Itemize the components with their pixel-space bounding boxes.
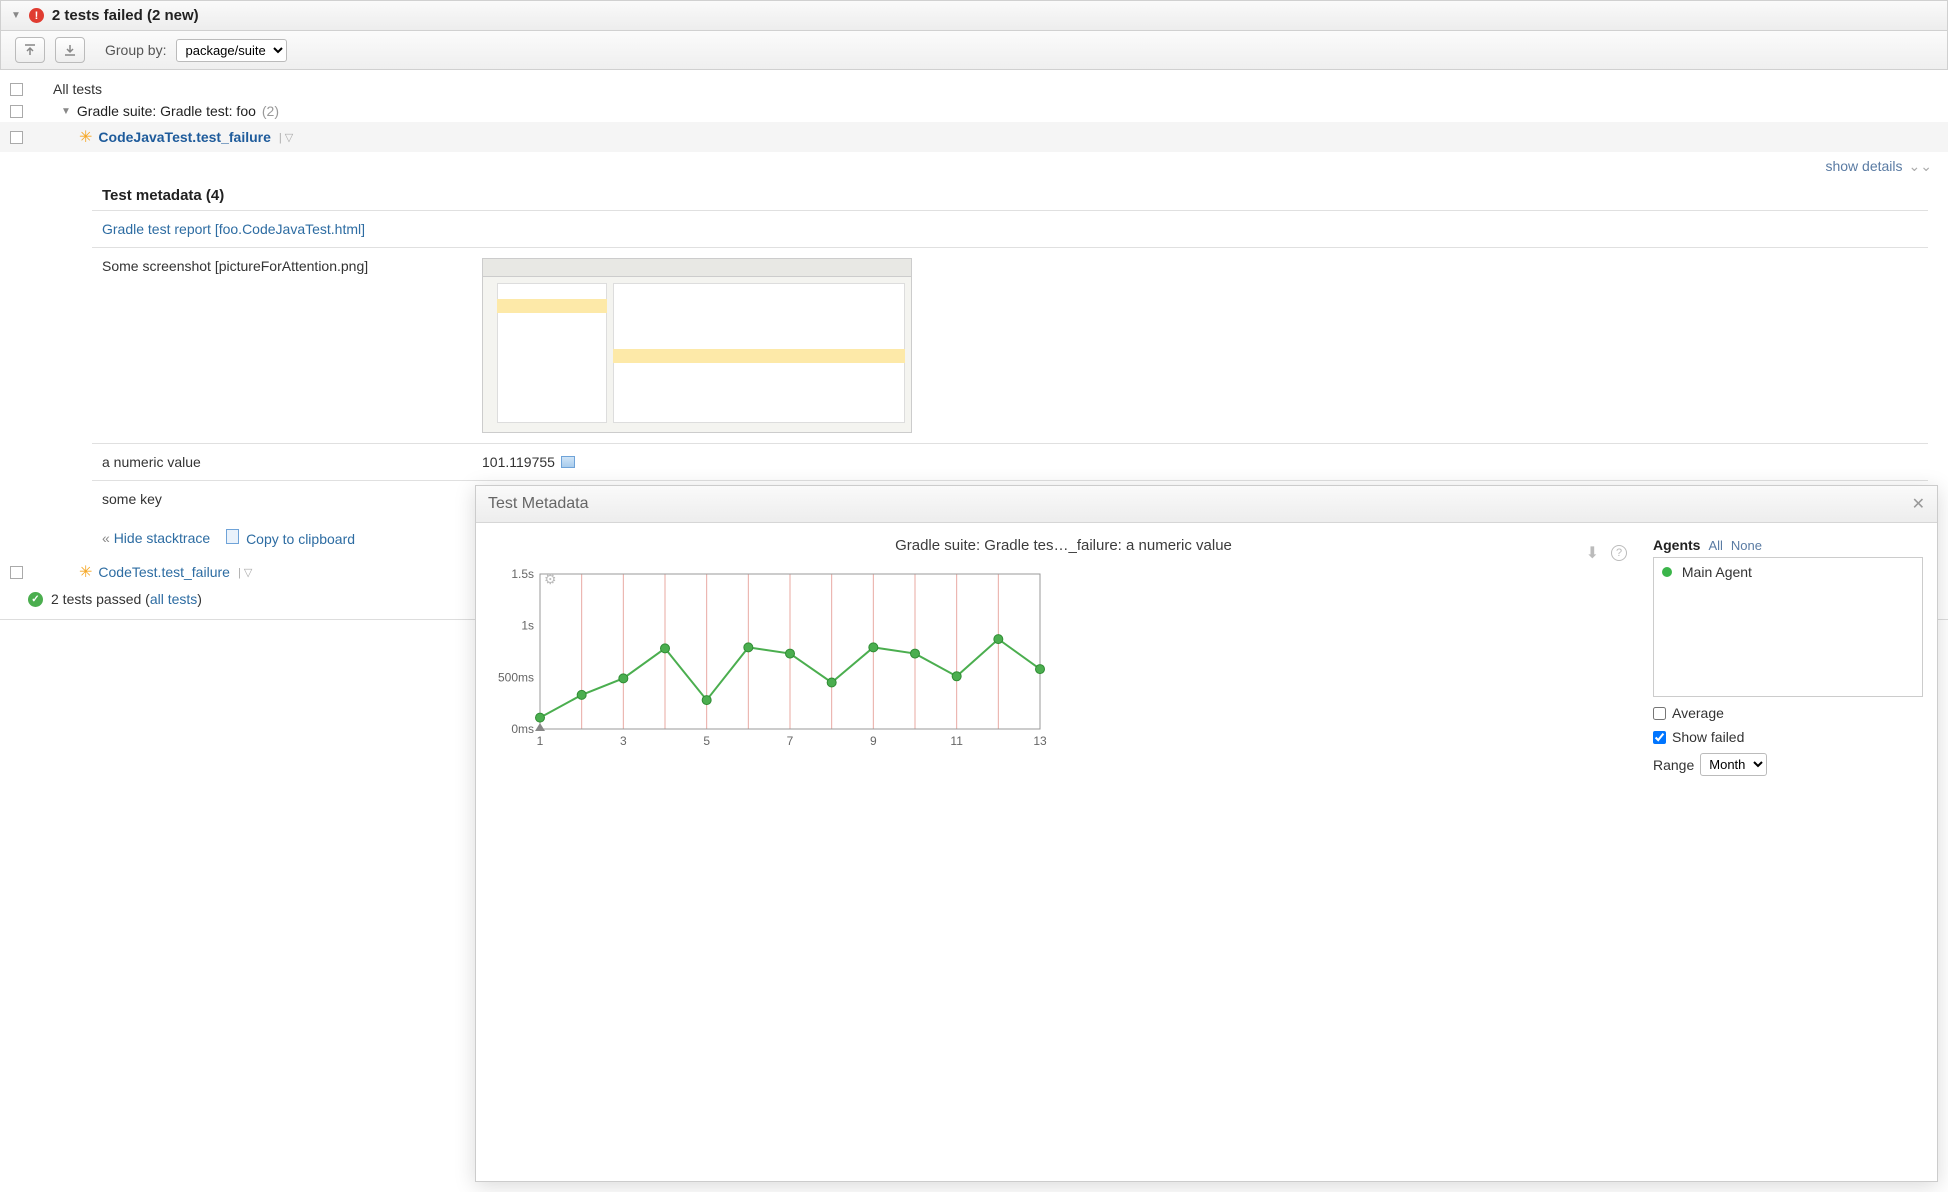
- pipe-caret-icon[interactable]: | ▽: [279, 131, 293, 144]
- agents-list: Main Agent: [1653, 557, 1923, 697]
- svg-text:5: 5: [703, 734, 710, 748]
- checkbox[interactable]: [10, 131, 23, 144]
- range-select[interactable]: Month: [1700, 753, 1767, 776]
- all-tests-row[interactable]: All tests: [0, 78, 1948, 100]
- passed-suffix: ): [197, 591, 202, 607]
- svg-text:1.5s: 1.5s: [511, 567, 534, 581]
- svg-text:9: 9: [870, 734, 877, 748]
- range-label: Range: [1653, 757, 1694, 773]
- star-icon: ✳: [79, 127, 92, 147]
- download-icon: [63, 43, 77, 57]
- numeric-key: a numeric value: [102, 454, 462, 470]
- details-link-row: show details ⌄⌄: [0, 152, 1948, 181]
- hide-prefix: «: [102, 530, 110, 546]
- test-metadata-panel: Test Metadata ✕ ⬇ ? Gradle suite: Gradle…: [475, 485, 1938, 1182]
- svg-text:500ms: 500ms: [498, 670, 534, 684]
- suite-row[interactable]: ▼ Gradle suite: Gradle test: foo (2): [0, 100, 1948, 122]
- help-icon[interactable]: ?: [1611, 545, 1627, 561]
- panel-title: Test Metadata: [488, 495, 589, 513]
- checkbox[interactable]: [10, 105, 23, 118]
- gear-icon[interactable]: ⚙: [544, 571, 557, 588]
- svg-text:3: 3: [620, 734, 627, 748]
- pass-icon: ✓: [28, 592, 43, 607]
- show-details-link[interactable]: show details: [1825, 158, 1902, 175]
- arrow-up-bar-icon: [23, 43, 37, 57]
- checkbox[interactable]: [10, 83, 23, 96]
- copy-clipboard-link[interactable]: Copy to clipboard: [246, 531, 355, 547]
- panel-header: Test Metadata ✕: [476, 486, 1937, 523]
- close-icon[interactable]: ✕: [1912, 494, 1925, 514]
- pipe-caret-icon[interactable]: | ▽: [238, 566, 252, 579]
- suite-count: (2): [262, 103, 279, 119]
- metadata-title: Test metadata (4): [92, 181, 1928, 210]
- collapse-up-button[interactable]: [15, 37, 45, 63]
- test-name-2[interactable]: CodeTest.test_failure: [98, 564, 230, 580]
- average-label: Average: [1672, 705, 1724, 721]
- download-button[interactable]: [55, 37, 85, 63]
- average-checkbox[interactable]: [1653, 707, 1666, 720]
- test-name-1[interactable]: CodeJavaTest.test_failure: [98, 129, 270, 145]
- download-icon[interactable]: ⬇: [1586, 543, 1599, 563]
- chart-area: ⬇ ? Gradle suite: Gradle tes…_failure: a…: [490, 537, 1637, 776]
- disclosure-caret-icon[interactable]: ▼: [11, 10, 21, 21]
- agent-item[interactable]: Main Agent: [1662, 564, 1914, 580]
- group-by-label: Group by:: [105, 42, 166, 58]
- agents-all-link[interactable]: All: [1708, 538, 1722, 553]
- meta-row-numeric: a numeric value 101.119755: [92, 443, 1928, 480]
- svg-text:1s: 1s: [521, 619, 534, 633]
- show-failed-label: Show failed: [1672, 729, 1744, 745]
- svg-text:0ms: 0ms: [511, 722, 534, 736]
- gradle-report-link[interactable]: Gradle test report [foo.CodeJavaTest.htm…: [102, 221, 365, 237]
- agent-name: Main Agent: [1682, 564, 1752, 580]
- caret-down-icon[interactable]: ▼: [61, 106, 71, 117]
- toolbar: Group by: package/suite: [0, 31, 1948, 70]
- all-tests-link[interactable]: all tests: [150, 591, 197, 607]
- star-icon: ✳: [79, 562, 92, 582]
- svg-text:13: 13: [1033, 734, 1047, 748]
- line-chart[interactable]: 0ms500ms1s1.5s135791113: [490, 564, 1050, 754]
- agents-title: Agents: [1653, 537, 1700, 553]
- hide-stacktrace-link[interactable]: Hide stacktrace: [114, 530, 210, 546]
- svg-text:7: 7: [787, 734, 794, 748]
- fail-icon: !: [29, 8, 44, 23]
- screenshot-thumbnail[interactable]: [482, 258, 912, 433]
- agents-area: Agents All None Main Agent Average Show …: [1653, 537, 1923, 776]
- meta-row-report: Gradle test report [foo.CodeJavaTest.htm…: [92, 210, 1928, 247]
- tests-failed-header: ▼ ! 2 tests failed (2 new): [0, 0, 1948, 31]
- checkbox[interactable]: [10, 566, 23, 579]
- suite-name: Gradle suite: Gradle test: foo: [77, 103, 256, 119]
- chevron-down-double-icon[interactable]: ⌄⌄: [1909, 158, 1932, 175]
- numeric-value: 101.119755: [482, 454, 555, 470]
- header-title: 2 tests failed (2 new): [52, 7, 199, 24]
- show-failed-checkbox[interactable]: [1653, 731, 1666, 744]
- copy-icon: [226, 529, 239, 544]
- agent-status-dot-icon: [1662, 567, 1672, 577]
- all-tests-label: All tests: [53, 81, 102, 97]
- chart-title: Gradle suite: Gradle tes…_failure: a num…: [490, 537, 1637, 554]
- passed-text: 2 tests passed (: [51, 591, 150, 607]
- group-by-select[interactable]: package/suite: [176, 39, 287, 62]
- svg-text:11: 11: [950, 734, 963, 748]
- meta-row-screenshot: Some screenshot [pictureForAttention.png…: [92, 247, 1928, 443]
- svg-text:1: 1: [537, 734, 544, 748]
- test-row-1[interactable]: ✳ CodeJavaTest.test_failure | ▽: [0, 122, 1948, 152]
- screenshot-label: Some screenshot [pictureForAttention.png…: [102, 258, 462, 274]
- chart-icon[interactable]: [561, 456, 575, 468]
- agents-none-link[interactable]: None: [1731, 538, 1762, 553]
- some-key: some key: [102, 491, 462, 507]
